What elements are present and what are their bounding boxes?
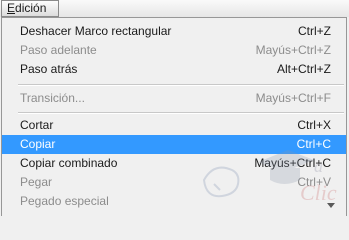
menu-item-copiar[interactable]: Copiar Ctrl+C — [2, 135, 346, 154]
menu-edicion-mnemonic: E — [7, 1, 16, 15]
menu-item-shortcut: Mayús+Ctrl+C — [254, 156, 331, 170]
menu-item-label: Pegado especial — [20, 194, 109, 208]
menu-item-label: Paso adelante — [20, 43, 97, 57]
menu-item-deshacer[interactable]: Deshacer Marco rectangular Ctrl+Z — [2, 22, 346, 41]
menu-item-pegar: Pegar Ctrl+V — [2, 173, 346, 192]
menu-item-shortcut: Ctrl+X — [297, 118, 331, 132]
menu-item-copiar-combinado[interactable]: Copiar combinado Mayús+Ctrl+C — [2, 154, 346, 173]
menu-item-shortcut: Ctrl+C — [296, 137, 331, 151]
menu-item-shortcut: Alt+Ctrl+Z — [276, 62, 331, 76]
menu-item-transicion: Transición... Mayús+Ctrl+F — [2, 89, 346, 108]
menu-item-label: Paso atrás — [20, 62, 78, 76]
edit-dropdown-menu: Deshacer Marco rectangular Ctrl+Z Paso a… — [1, 17, 347, 216]
menu-item-shortcut: Ctrl+Z — [298, 24, 331, 38]
menu-bar: Edición — [0, 0, 349, 17]
chevron-down-icon[interactable] — [326, 200, 336, 210]
menu-item-label: Cortar — [20, 118, 54, 132]
menu-separator — [18, 84, 344, 86]
menu-edicion[interactable]: Edición — [1, 0, 59, 17]
menu-item-label: Copiar — [20, 137, 56, 151]
menu-item-paso-adelante: Paso adelante Mayús+Ctrl+Z — [2, 41, 346, 60]
menu-item-cortar[interactable]: Cortar Ctrl+X — [2, 116, 346, 135]
menu-item-paso-atras[interactable]: Paso atrás Alt+Ctrl+Z — [2, 60, 346, 79]
menu-item-label: Transición... — [20, 91, 85, 105]
menu-item-pegado-especial: Pegado especial — [2, 192, 346, 211]
menu-separator — [18, 112, 344, 114]
menu-item-shortcut: Mayús+Ctrl+F — [255, 91, 331, 105]
menu-item-label: Copiar combinado — [20, 156, 118, 170]
menu-item-shortcut: Mayús+Ctrl+Z — [255, 43, 331, 57]
menu-item-label: Pegar — [20, 175, 53, 189]
menu-edicion-label-rest: dición — [15, 1, 47, 15]
menu-item-shortcut: Ctrl+V — [297, 175, 331, 189]
menu-item-label: Deshacer Marco rectangular — [20, 24, 172, 38]
